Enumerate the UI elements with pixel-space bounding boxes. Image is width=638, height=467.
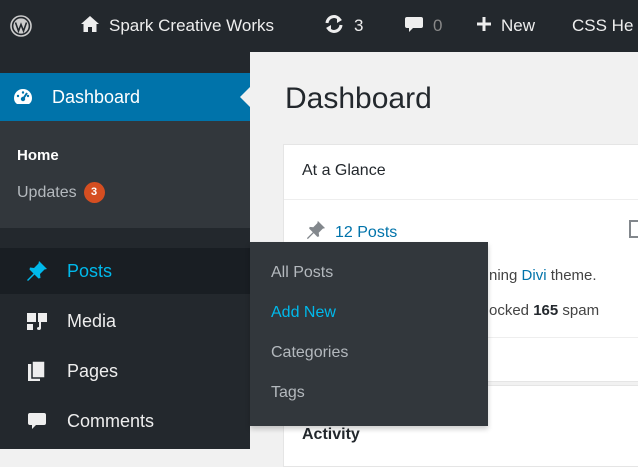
wordpress-logo-icon[interactable] <box>10 0 32 52</box>
sidebar-item-comments[interactable]: Comments <box>0 398 250 444</box>
spam-text: ocked 165 spam <box>489 302 599 319</box>
flyout-categories[interactable]: Categories <box>271 344 348 362</box>
submenu-updates-label: Updates <box>17 183 77 201</box>
sidebar-item-pages[interactable]: Pages <box>0 348 250 394</box>
posts-count-link[interactable]: 12 Posts <box>335 224 397 242</box>
widget-header[interactable]: At a Glance <box>284 145 638 200</box>
widget-title: At a Glance <box>302 162 386 179</box>
widget-title[interactable]: Activity <box>302 426 360 444</box>
sidebar-item-posts[interactable]: Posts <box>0 248 250 294</box>
theme-prefix: ning <box>489 267 522 284</box>
comment-bubble-icon <box>404 14 424 39</box>
home-icon <box>80 15 100 38</box>
dashboard-submenu: Home Updates 3 <box>0 121 250 228</box>
submenu-updates[interactable]: Updates 3 <box>17 182 105 203</box>
media-icon <box>24 310 50 332</box>
sidebar-item-label: Dashboard <box>52 86 141 107</box>
flyout-all-posts[interactable]: All Posts <box>271 264 333 282</box>
sidebar-item-label: Media <box>67 310 117 331</box>
new-content-link[interactable]: New <box>476 0 535 52</box>
dashboard-gauge-icon <box>12 87 38 107</box>
sidebar-item-label: Comments <box>67 410 155 431</box>
spam-suffix: spam <box>558 302 600 319</box>
page-title: Dashboard <box>285 82 432 115</box>
site-name-link[interactable]: Spark Creative Works <box>80 0 274 52</box>
site-name: Spark Creative Works <box>109 16 275 35</box>
posts-flyout-menu: All Posts Add New Categories Tags <box>250 242 488 426</box>
updates-badge: 3 <box>83 182 105 203</box>
sidebar-item-label: Posts <box>67 260 113 281</box>
comment-bubble-icon <box>24 411 50 431</box>
flyout-add-new[interactable]: Add New <box>271 304 336 322</box>
theme-text: ning Divi theme. <box>489 267 597 284</box>
plus-icon <box>476 16 492 37</box>
css-hero-link[interactable]: CSS He <box>572 0 633 52</box>
sidebar-item-dashboard[interactable]: Dashboard <box>0 73 250 121</box>
refresh-icon <box>323 14 345 39</box>
comments-link[interactable]: 0 <box>404 0 442 52</box>
page-icon <box>629 220 638 243</box>
admin-bar: Spark Creative Works 3 0 New CSS He <box>0 0 638 52</box>
comments-count: 0 <box>433 16 443 35</box>
updates-link[interactable]: 3 <box>323 0 363 52</box>
pages-icon <box>24 360 50 382</box>
theme-suffix: theme. <box>546 267 597 284</box>
sidebar-item-media[interactable]: Media <box>0 298 250 344</box>
admin-sidebar: Dashboard Home Updates 3 Posts Media Pag… <box>0 52 250 449</box>
current-menu-arrow <box>240 87 250 107</box>
sidebar-item-label: Pages <box>67 360 119 381</box>
theme-link[interactable]: Divi <box>522 267 547 284</box>
css-label: CSS He <box>572 16 634 35</box>
new-label: New <box>501 16 536 35</box>
flyout-tags[interactable]: Tags <box>271 384 305 402</box>
pushpin-icon <box>24 260 50 282</box>
submenu-home[interactable]: Home <box>17 147 59 164</box>
spam-count: 165 <box>533 302 559 319</box>
updates-count: 3 <box>354 16 364 35</box>
spam-prefix: ocked <box>489 302 534 319</box>
